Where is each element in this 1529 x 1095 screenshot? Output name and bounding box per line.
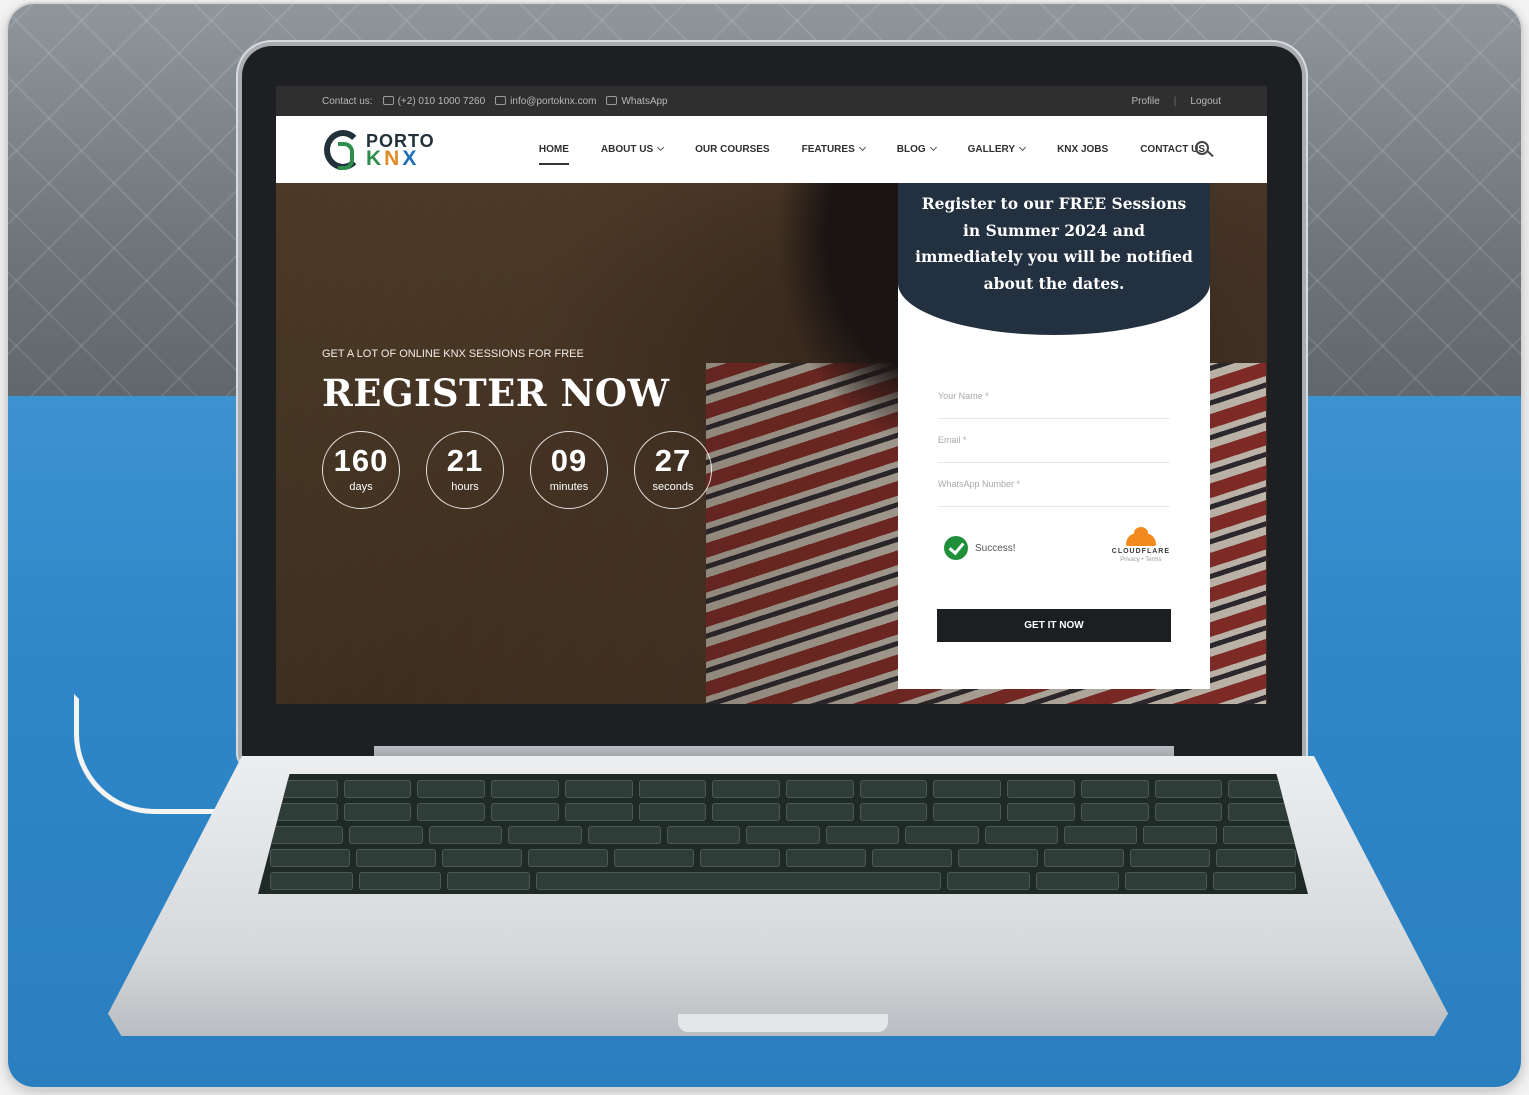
nav-item-gallery[interactable]: GALLERY <box>952 143 1041 155</box>
hero-headline: REGISTER NOW <box>322 371 670 415</box>
countdown-timer: 160 days 21 hours 09 minutes 27 seconds <box>322 431 712 509</box>
whatsapp-icon <box>606 95 618 105</box>
captcha-widget[interactable]: Success! CLOUDFLARE Privacy • Terms <box>944 527 1170 563</box>
chevron-down-icon <box>858 143 866 152</box>
registration-form: Register to our FREE Sessions in Summer … <box>898 183 1210 689</box>
phone-text: (+2) 010 1000 7260 <box>397 95 486 107</box>
cloudflare-text: CLOUDFLARE <box>1111 548 1170 555</box>
countdown-minutes: 09 minutes <box>530 431 608 509</box>
countdown-seconds: 27 seconds <box>634 431 712 509</box>
phone-icon <box>382 95 394 105</box>
captcha-links[interactable]: Privacy • Terms <box>1112 557 1170 563</box>
topbar-divider: | <box>1173 95 1177 107</box>
top-bar: Contact us: (+2) 010 1000 7260 info@port… <box>276 86 1267 116</box>
get-it-now-button[interactable]: GET IT NOW <box>937 609 1171 642</box>
cloud-icon <box>1125 527 1156 546</box>
trackpad-notch <box>678 1014 888 1032</box>
main-navigation: PORTO KNX HOME ABOUT US OUR COURSES FEAT… <box>276 116 1267 183</box>
cloudflare-badge: CLOUDFLARE Privacy • Terms <box>1111 527 1170 563</box>
name-field[interactable]: Your Name * <box>938 375 1170 419</box>
envelope-icon <box>495 95 507 105</box>
countdown-days: 160 days <box>322 431 400 509</box>
logo-mark-icon <box>324 129 362 170</box>
nav-item-our-courses[interactable]: OUR COURSES <box>679 144 785 155</box>
nav-item-features[interactable]: FEATURES <box>786 143 881 155</box>
laptop-keyboard <box>258 774 1308 894</box>
whatsapp-text: WhatsApp <box>621 95 668 107</box>
nav-menu: HOME ABOUT US OUR COURSES FEATURES BLOG … <box>523 143 1221 165</box>
chevron-down-icon <box>1019 143 1027 152</box>
search-icon[interactable] <box>1195 141 1209 155</box>
hero-kicker: GET A LOT OF ONLINE KNX SESSIONS FOR FRE… <box>322 348 584 360</box>
logo-knx-text: KNX <box>366 146 420 170</box>
photo-frame: Contact us: (+2) 010 1000 7260 info@port… <box>8 4 1521 1087</box>
contact-label: Contact us: <box>322 95 373 107</box>
phone-link[interactable]: (+2) 010 1000 7260 <box>382 95 486 107</box>
chevron-down-icon <box>929 143 937 152</box>
porto-knx-logo[interactable]: PORTO KNX <box>324 129 523 170</box>
whatsapp-link[interactable]: WhatsApp <box>606 95 668 107</box>
profile-link[interactable]: Profile <box>1131 96 1159 107</box>
logout-link[interactable]: Logout <box>1190 96 1221 107</box>
laptop-screen: Contact us: (+2) 010 1000 7260 info@port… <box>276 86 1267 704</box>
email-text: info@portoknx.com <box>510 95 597 107</box>
nav-item-knx-jobs[interactable]: KNX JOBS <box>1041 144 1124 155</box>
nav-item-home[interactable]: HOME <box>523 144 585 165</box>
countdown-hours: 21 hours <box>426 431 504 509</box>
form-heading: Register to our FREE Sessions in Summer … <box>898 183 1210 335</box>
chevron-down-icon <box>657 143 665 152</box>
nav-item-blog[interactable]: BLOG <box>881 143 952 155</box>
captcha-status: Success! <box>975 542 1016 554</box>
check-icon <box>944 536 968 560</box>
email-link[interactable]: info@portoknx.com <box>495 95 597 107</box>
email-field[interactable]: Email * <box>938 419 1170 463</box>
nav-item-about-us[interactable]: ABOUT US <box>585 143 679 155</box>
whatsapp-number-field[interactable]: WhatsApp Number * <box>938 463 1170 507</box>
